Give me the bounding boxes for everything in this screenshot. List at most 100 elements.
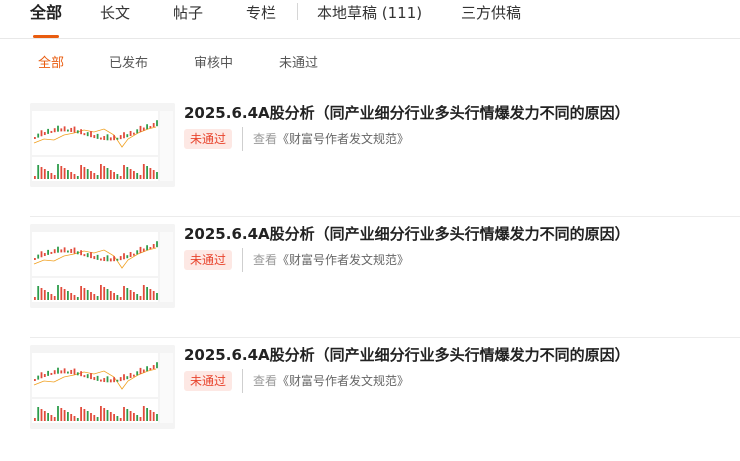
guideline-hint[interactable]: 查看《财富号作者发文规范》 <box>253 131 409 147</box>
candle-mark <box>119 377 122 382</box>
tab-posts[interactable]: 帖子 <box>173 3 203 23</box>
candle-mark <box>73 126 76 133</box>
article-item[interactable]: 2025.6.4A股分析（同产业细分行业多头行情爆发力不同的原因） 未通过 查看… <box>30 341 740 461</box>
article-item[interactable]: 2025.6.4A股分析（同产业细分行业多头行情爆发力不同的原因） 未通过 查看… <box>30 220 740 340</box>
guideline-hint[interactable]: 查看《财富号作者发文规范》 <box>253 373 409 389</box>
status-badge: 未通过 <box>184 250 233 270</box>
candle-mark <box>149 368 152 371</box>
volume-bar <box>156 414 158 421</box>
candle-mark <box>106 255 109 262</box>
candle-mark <box>156 241 158 248</box>
volume-bar <box>113 414 115 421</box>
volume-bar <box>119 297 122 300</box>
article-thumbnail[interactable] <box>30 345 175 429</box>
volume-bar <box>149 168 152 179</box>
volume-bar <box>133 171 135 179</box>
volume-bar <box>116 174 119 179</box>
filter-all[interactable]: 全部 <box>38 56 64 72</box>
candle-mark <box>123 374 125 381</box>
candle-mark <box>113 256 115 262</box>
candle-mark <box>43 253 46 257</box>
candle-mark <box>152 244 155 249</box>
candle-mark <box>106 134 109 141</box>
volume-bar <box>43 290 46 300</box>
volume-bar <box>37 407 40 421</box>
volume-bar <box>106 289 109 300</box>
tab-columns[interactable]: 专栏 <box>246 3 276 23</box>
volume-bar <box>100 406 102 421</box>
candle-mark <box>136 250 139 255</box>
volume-bar <box>37 286 40 300</box>
article-title[interactable]: 2025.6.4A股分析（同产业细分行业多头行情爆发力不同的原因） <box>184 345 630 365</box>
volume-bar <box>109 291 112 300</box>
volume-bar <box>63 168 66 179</box>
candle-mark <box>116 137 119 140</box>
volume-bar <box>34 176 36 179</box>
candle-mark <box>103 378 106 383</box>
volume-bar <box>60 287 63 300</box>
candle-mark <box>139 367 142 374</box>
candle-mark <box>70 369 73 374</box>
candle-mark <box>50 372 53 375</box>
volume-bar <box>53 417 56 421</box>
guideline-link[interactable]: 《财富号作者发文规范》 <box>277 132 409 146</box>
candle-mark <box>149 126 152 129</box>
volume-bar <box>40 409 43 421</box>
candle-mark <box>113 377 115 383</box>
volume-bar <box>80 407 82 421</box>
candle-mark <box>86 132 89 137</box>
candle-mark <box>57 246 59 253</box>
candle-mark <box>106 376 109 383</box>
tab-third-party[interactable]: 三方供稿 <box>461 3 521 23</box>
article-title[interactable]: 2025.6.4A股分析（同产业细分行业多头行情爆发力不同的原因） <box>184 103 630 123</box>
candle-mark <box>152 123 155 128</box>
volume-bar <box>139 417 142 421</box>
tab-all[interactable]: 全部 <box>30 3 62 23</box>
guideline-link[interactable]: 《财富号作者发文规范》 <box>277 253 409 267</box>
article-title[interactable]: 2025.6.4A股分析（同产业细分行业多头行情爆发力不同的原因） <box>184 224 630 244</box>
candle-mark <box>53 249 56 254</box>
stock-chart-thumbnail-image <box>30 224 175 308</box>
volume-bar <box>103 166 106 179</box>
volume-bar <box>96 296 99 300</box>
volume-bar <box>37 165 40 179</box>
candle-mark <box>156 362 158 369</box>
volume-bar <box>123 165 125 179</box>
side-panel <box>160 353 173 423</box>
candle-mark <box>47 370 49 376</box>
volume-bar <box>93 415 96 421</box>
guideline-link[interactable]: 《财富号作者发文规范》 <box>277 374 409 388</box>
guideline-hint[interactable]: 查看《财富号作者发文规范》 <box>253 252 409 268</box>
price-pane <box>32 232 158 276</box>
candle-mark <box>67 371 69 374</box>
candle-mark <box>34 379 36 381</box>
volume-bar <box>100 285 102 300</box>
volume-bar <box>73 295 76 300</box>
article-thumbnail[interactable] <box>30 224 175 308</box>
candle-mark <box>80 371 82 377</box>
item-separator <box>242 127 243 151</box>
price-pane <box>32 353 158 397</box>
volume-bar <box>156 172 158 179</box>
volume-bar <box>96 175 99 179</box>
candle-mark <box>73 368 76 375</box>
volume-bar <box>139 296 142 300</box>
filter-rejected[interactable]: 未通过 <box>279 56 318 72</box>
article-item[interactable]: 2025.6.4A股分析（同产业细分行业多头行情爆发力不同的原因） 未通过 查看… <box>30 99 740 219</box>
filter-under-review[interactable]: 审核中 <box>194 56 233 72</box>
volume-bar <box>123 407 125 421</box>
candle-mark <box>96 254 99 260</box>
filter-published[interactable]: 已发布 <box>109 56 148 72</box>
candle-mark <box>76 372 79 376</box>
candle-mark <box>116 258 119 261</box>
candle-mark <box>109 379 112 383</box>
price-pane <box>32 111 158 155</box>
hint-prefix: 查看 <box>253 253 278 267</box>
volume-bar <box>90 292 92 300</box>
volume-bar <box>67 412 69 421</box>
article-thumbnail[interactable] <box>30 103 175 187</box>
candle-mark <box>83 375 86 378</box>
volume-bar <box>67 170 69 179</box>
tab-long-article[interactable]: 长文 <box>100 3 130 23</box>
tab-local-drafts[interactable]: 本地草稿 (111) <box>317 3 422 23</box>
